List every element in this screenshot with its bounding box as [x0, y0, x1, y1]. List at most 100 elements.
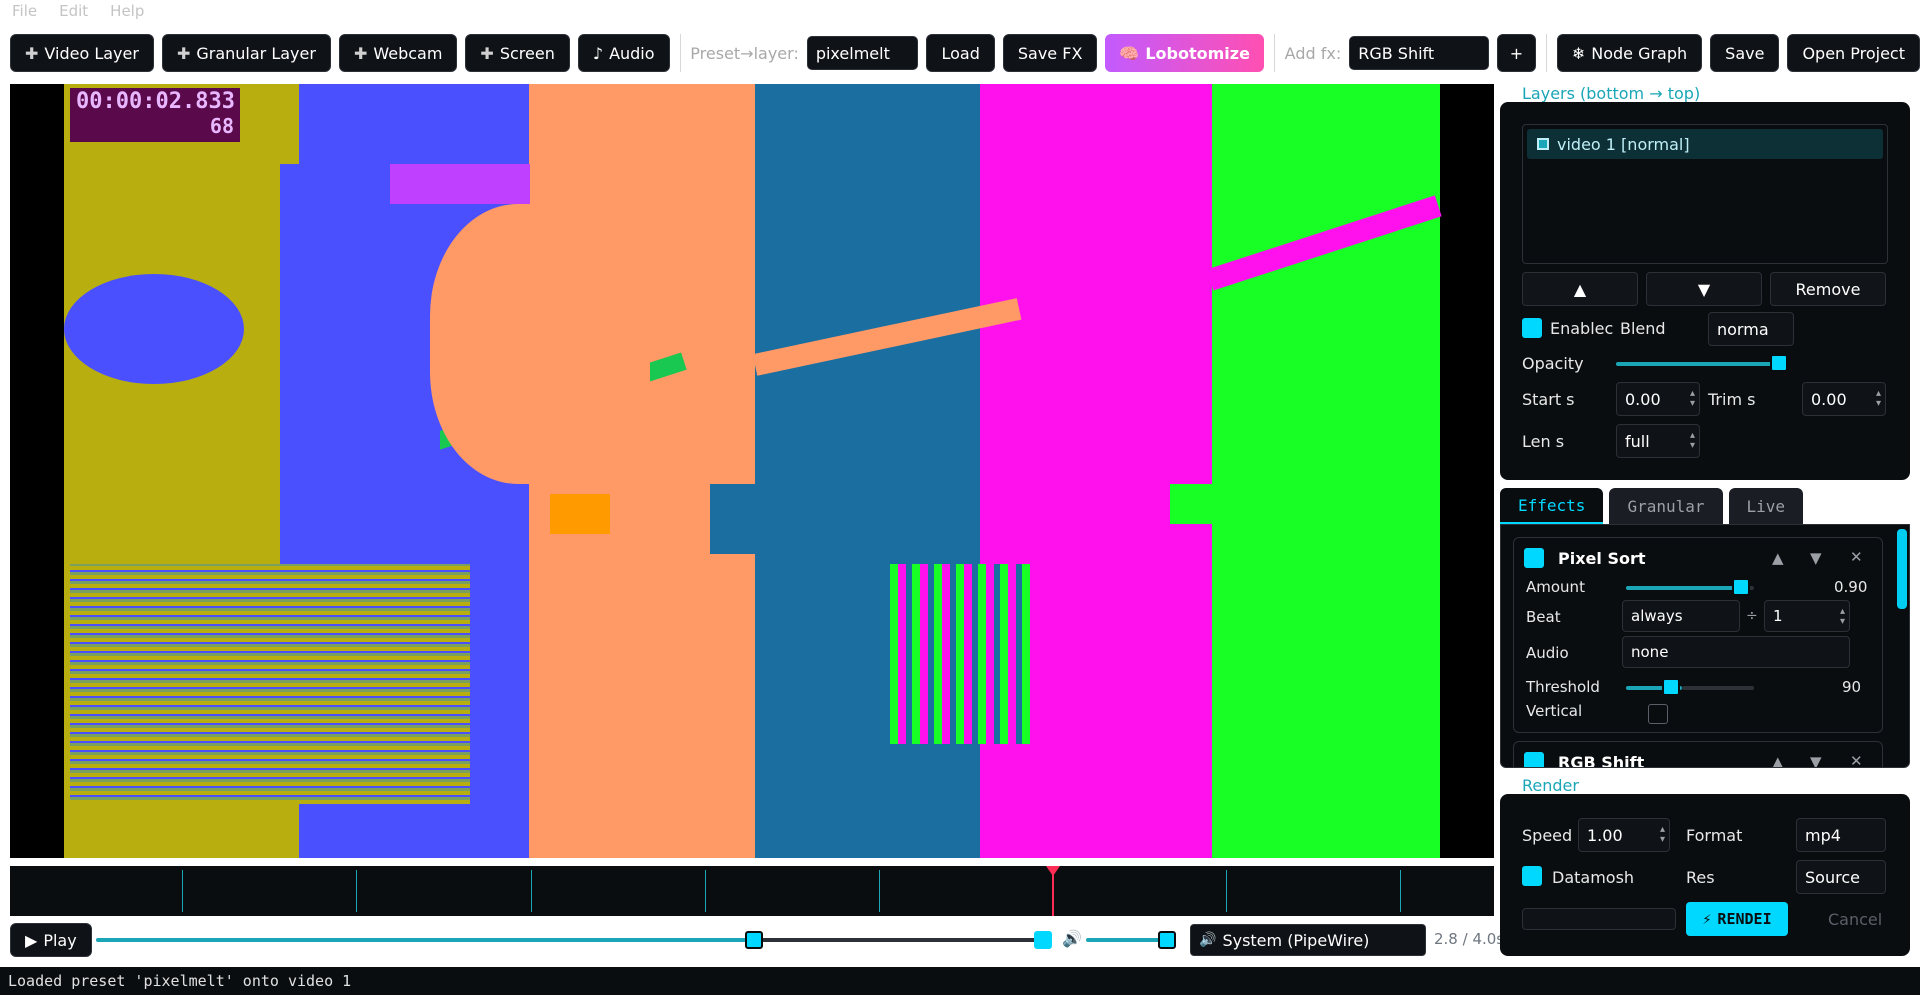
menu-file[interactable]: File	[12, 2, 37, 20]
app-window: File Edit Help ✚ Video Layer ✚ Granular La…	[0, 0, 1920, 995]
cancel-render-button[interactable]: Cancel	[1828, 910, 1882, 929]
layer-enabled-checkbox[interactable]	[1522, 318, 1542, 338]
add-video-layer-button[interactable]: ✚ Video Layer	[10, 34, 154, 72]
add-webcam-button[interactable]: ✚ Webcam	[338, 34, 458, 72]
amount-knob[interactable]	[1732, 578, 1751, 596]
spinner-icon[interactable]: ▴ ▾	[1690, 431, 1695, 451]
format-select[interactable]: mp4	[1796, 818, 1886, 852]
enabled-label: Enablec	[1550, 319, 1614, 338]
add-fx-button[interactable]: +	[1496, 34, 1537, 72]
save-project-button[interactable]: Save	[1710, 34, 1780, 72]
timeline-marker	[879, 870, 880, 912]
open-project-button[interactable]: Open Project	[1787, 34, 1920, 72]
render-button[interactable]: ⚡ RENDEI	[1686, 902, 1788, 936]
threshold-knob[interactable]	[1661, 678, 1680, 696]
effect-name: Pixel Sort	[1558, 549, 1646, 568]
audio-source-select[interactable]: none	[1622, 636, 1850, 668]
add-granular-layer-button[interactable]: ✚ Granular Layer	[161, 34, 331, 72]
start-value: 0.00	[1625, 389, 1661, 409]
datamosh-checkbox[interactable]	[1522, 866, 1542, 886]
beat-label: Beat	[1526, 608, 1561, 626]
datamosh-label: Datamosh	[1552, 868, 1635, 887]
playhead[interactable]	[1046, 866, 1060, 916]
menu-bar: File Edit Help	[0, 0, 1920, 22]
volume-slider[interactable]	[1086, 938, 1166, 942]
load-preset-button[interactable]: Load	[926, 34, 995, 72]
move-layer-up-button[interactable]: ▲	[1522, 272, 1638, 306]
orange-patch	[550, 494, 610, 534]
audio-device-select[interactable]: 🔊 System (PipeWire)	[1190, 924, 1426, 956]
add-audio-button[interactable]: ♪ Audio	[577, 34, 670, 72]
amount-value: 0.90	[1834, 578, 1868, 596]
osd-time: 00:00:02.833	[76, 89, 235, 114]
add-fx-input[interactable]: RGB Shift	[1349, 36, 1489, 70]
close-icon[interactable]: ✕	[1850, 752, 1863, 767]
threshold-slider-rest	[1682, 686, 1754, 690]
toolbar-divider	[1546, 34, 1547, 72]
divide-icon: ÷	[1746, 608, 1758, 624]
seek-slider-rest	[746, 938, 1036, 942]
vertical-checkbox[interactable]	[1648, 704, 1668, 724]
length-value: full	[1625, 431, 1650, 451]
blend-label: Blend	[1616, 319, 1666, 338]
beat-select[interactable]: always	[1622, 600, 1740, 632]
transport-bar: ▶ Play 🔊 🔊 System (PipeWire) 2.8 / 4.0s	[10, 922, 1504, 958]
toolbar: ✚ Video Layer ✚ Granular Layer ✚ Webcam ✚ Sc…	[0, 22, 1920, 84]
timeline-marker	[182, 870, 183, 912]
play-icon: ▶	[25, 930, 38, 950]
tab-granular[interactable]: Granular	[1609, 488, 1723, 524]
menu-help[interactable]: Help	[110, 2, 144, 20]
lobotomize-button[interactable]: 🧠 Lobotomize	[1105, 34, 1264, 72]
osd-frame: 68	[209, 114, 234, 138]
length-input[interactable]: full ▴ ▾	[1616, 424, 1700, 458]
menu-edit[interactable]: Edit	[59, 2, 88, 20]
timeline[interactable]	[10, 866, 1494, 916]
add-screen-button[interactable]: ✚ Screen	[465, 34, 570, 72]
close-icon[interactable]: ✕	[1850, 548, 1863, 566]
opacity-slider[interactable]	[1616, 362, 1786, 366]
tab-effects[interactable]: Effects	[1500, 488, 1604, 524]
noise-blocks	[890, 564, 1030, 744]
spinner-icon[interactable]: ▴ ▾	[1876, 389, 1881, 409]
timeline-marker	[531, 870, 532, 912]
move-effect-up-icon[interactable]: ▲	[1772, 753, 1784, 767]
layer-item[interactable]: video 1 [normal]	[1527, 129, 1883, 159]
trim-label: Trim s	[1708, 390, 1756, 409]
move-effect-down-icon[interactable]: ▼	[1810, 549, 1822, 567]
opacity-knob[interactable]	[1770, 354, 1789, 372]
opacity-label: Opacity	[1522, 354, 1584, 373]
threshold-label: Threshold	[1526, 678, 1600, 696]
volume-mute-toggle[interactable]	[1034, 931, 1052, 949]
play-button[interactable]: ▶ Play	[10, 923, 92, 957]
start-label: Start s	[1522, 390, 1575, 409]
spinner-icon[interactable]: ▴ ▾	[1690, 389, 1695, 409]
speed-value: 1.00	[1587, 825, 1623, 845]
threshold-value: 90	[1842, 678, 1862, 696]
format-label: Format	[1686, 826, 1743, 845]
save-fx-button[interactable]: Save FX	[1002, 34, 1098, 72]
beat-divisor-value: 1	[1773, 607, 1783, 625]
tab-live[interactable]: Live	[1728, 488, 1804, 524]
effects-scrollbar[interactable]	[1897, 529, 1907, 609]
preset-input[interactable]: pixelmelt	[806, 36, 919, 70]
blend-select[interactable]: norma	[1708, 312, 1794, 346]
resolution-select[interactable]: Source	[1796, 860, 1886, 894]
move-effect-up-icon[interactable]: ▲	[1772, 549, 1784, 567]
speed-label: Speed	[1522, 826, 1573, 845]
spinner-icon[interactable]: ▴ ▾	[1660, 825, 1665, 845]
start-input[interactable]: 0.00 ▴ ▾	[1616, 382, 1700, 416]
effect-enabled-checkbox[interactable]	[1524, 752, 1544, 767]
speed-input[interactable]: 1.00 ▴ ▾	[1578, 818, 1670, 852]
effects-panel: Pixel Sort ▲ ▼ ✕ Amount 0.90 Beat always…	[1500, 524, 1910, 768]
remove-layer-button[interactable]: Remove	[1770, 272, 1886, 306]
video-preview[interactable]: 00:00:02.833 68	[10, 84, 1494, 858]
move-effect-down-icon[interactable]: ▼	[1810, 753, 1822, 767]
node-graph-button[interactable]: ❄ Node Graph	[1556, 34, 1703, 72]
trim-input[interactable]: 0.00 ▴ ▾	[1802, 382, 1886, 416]
volume-knob[interactable]	[1158, 931, 1176, 949]
effect-enabled-checkbox[interactable]	[1524, 548, 1544, 568]
seek-slider-knob[interactable]	[745, 931, 763, 949]
spinner-icon[interactable]: ▴ ▾	[1840, 607, 1845, 627]
move-layer-down-button[interactable]: ▼	[1646, 272, 1762, 306]
beat-divisor-input[interactable]: 1 ▴ ▾	[1764, 600, 1850, 632]
